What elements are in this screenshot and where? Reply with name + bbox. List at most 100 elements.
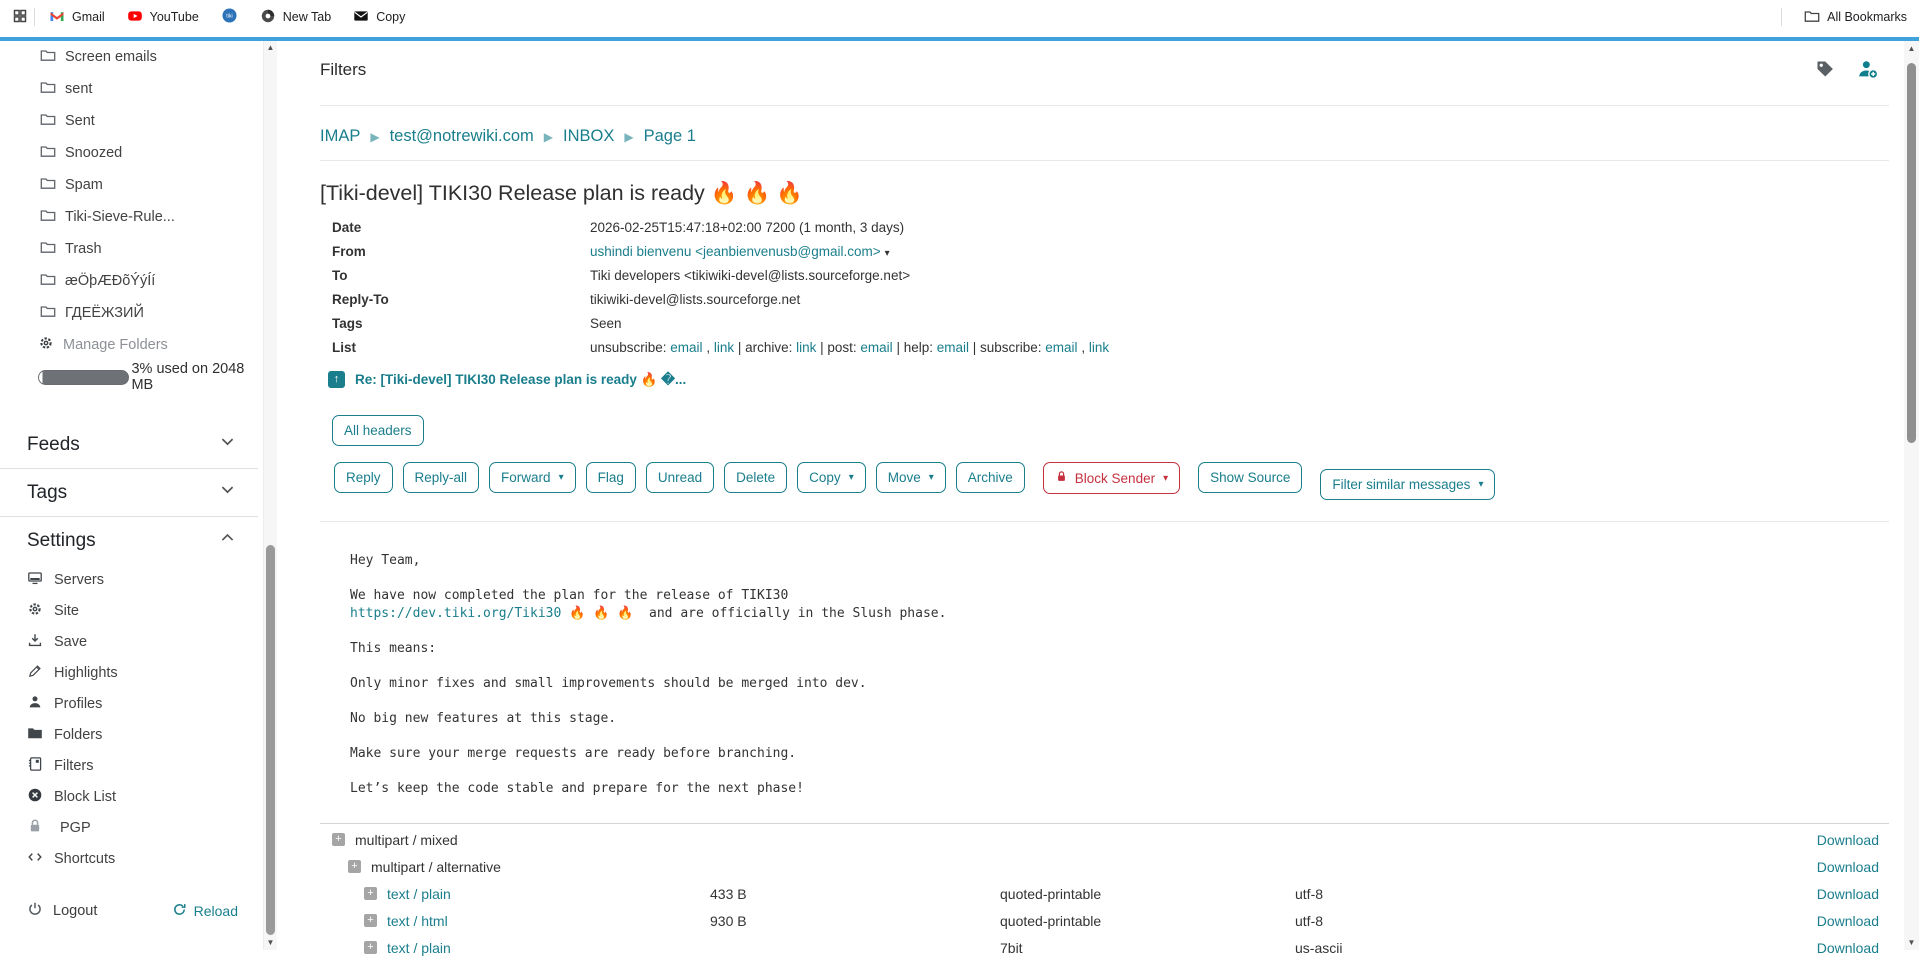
sidebar-folder-snoozed[interactable]: Snoozed <box>0 137 258 169</box>
main-scrollbar[interactable]: ▲ ▼ <box>1904 41 1919 950</box>
bookmark-copy[interactable]: Copy <box>353 8 405 27</box>
sidebar-scrollbar-thumb[interactable] <box>266 545 275 935</box>
settings-item-servers[interactable]: Servers <box>0 564 258 595</box>
settings-item-filters[interactable]: Filters <box>0 750 258 781</box>
sidebar-section-settings[interactable]: Settings <box>0 517 258 564</box>
page-title: Filters <box>320 56 1889 80</box>
download-link[interactable]: Download <box>1817 913 1879 929</box>
scroll-down-icon[interactable]: ▼ <box>1904 935 1919 950</box>
folder-icon <box>40 239 56 259</box>
apps-grid-icon[interactable] <box>12 8 28 27</box>
monitor-icon <box>27 570 43 590</box>
delete-button[interactable]: Delete <box>724 462 787 493</box>
list-subscribe-email-link[interactable]: email <box>1045 340 1077 355</box>
move-button[interactable]: Move▾ <box>876 462 946 493</box>
bookmark-label: Gmail <box>72 10 105 24</box>
body-url-link[interactable]: https://dev.tiki.org/Tiki30 <box>350 606 561 621</box>
reply-all-button[interactable]: Reply-all <box>403 462 480 493</box>
list-subscribe-link[interactable]: link <box>1089 340 1109 355</box>
all-bookmarks-button[interactable]: All Bookmarks <box>1804 8 1907 27</box>
bookmark-new-tab[interactable]: New Tab <box>260 8 331 27</box>
reply-button[interactable]: Reply <box>334 462 393 493</box>
settings-item-pgp[interactable]: PGP <box>0 812 258 843</box>
sidebar-folder-trash[interactable]: Trash <box>0 233 258 265</box>
sidebar-section-feeds[interactable]: Feeds <box>0 421 258 468</box>
list-archive-link[interactable]: link <box>796 340 816 355</box>
related-message-link[interactable]: ↑ Re: [Tiki-devel] TIKI30 Release plan i… <box>328 371 1889 388</box>
list-post-email-link[interactable]: email <box>860 340 892 355</box>
divider <box>1781 8 1782 26</box>
caret-down-icon[interactable]: ▾ <box>885 248 890 259</box>
download-link[interactable]: Download <box>1817 832 1879 848</box>
forward-button[interactable]: Forward▾ <box>489 462 576 493</box>
settings-item-profiles[interactable]: Profiles <box>0 688 258 719</box>
settings-item-site[interactable]: Site <box>0 595 258 626</box>
sidebar-scrollbar[interactable]: ▲ ▼ <box>263 41 277 950</box>
copy-label: Copy <box>809 470 841 485</box>
logout-button[interactable]: Logout <box>27 901 97 921</box>
download-link[interactable]: Download <box>1817 886 1879 902</box>
expand-icon[interactable]: + <box>348 860 361 873</box>
folder-icon <box>40 47 56 67</box>
expand-icon[interactable]: + <box>364 914 377 927</box>
settings-item-save[interactable]: Save <box>0 626 258 657</box>
settings-item-shortcuts[interactable]: Shortcuts <box>0 843 258 874</box>
download-link[interactable]: Download <box>1817 859 1879 875</box>
bookmark-gmail[interactable]: Gmail <box>49 8 105 27</box>
expand-icon[interactable]: + <box>332 833 345 846</box>
list-help-email-link[interactable]: email <box>937 340 969 355</box>
from-address-link[interactable]: ushindi bienvenu <jeanbienvenusb@gmail.c… <box>590 244 881 259</box>
sidebar-folder-tiki-sieve[interactable]: Tiki-Sieve-Rule... <box>0 201 258 233</box>
list-unsubscribe-link[interactable]: link <box>714 340 734 355</box>
sidebar-folder-latin[interactable]: æÖþÆÐõÝýÍí <box>0 265 258 297</box>
settings-item-highlights[interactable]: Highlights <box>0 657 258 688</box>
sidebar-section-tags[interactable]: Tags <box>0 469 258 516</box>
message-subject: [Tiki-devel] TIKI30 Release plan is read… <box>320 181 1889 206</box>
settings-item-block-list[interactable]: Block List <box>0 781 258 812</box>
reload-button[interactable]: Reload <box>172 902 238 920</box>
show-source-button[interactable]: Show Source <box>1198 462 1302 493</box>
all-headers-button[interactable]: All headers <box>332 415 424 446</box>
breadcrumb-arrow-icon: ▶ <box>624 130 633 144</box>
expand-icon[interactable]: + <box>364 887 377 900</box>
mime-part-link[interactable]: text / html <box>387 913 448 929</box>
folder-icon <box>40 207 56 227</box>
sidebar-folder-screen-emails[interactable]: Screen emails <box>0 41 258 73</box>
list-unsubscribe-email-link[interactable]: email <box>670 340 702 355</box>
mime-part-link[interactable]: text / plain <box>387 940 451 956</box>
mime-part-link[interactable]: text / plain <box>387 886 451 902</box>
unread-button[interactable]: Unread <box>646 462 714 493</box>
expand-icon[interactable]: + <box>364 941 377 954</box>
mime-size: 433 B <box>710 886 1000 902</box>
block-sender-button[interactable]: Block Sender▾ <box>1043 462 1180 494</box>
manage-folders-link[interactable]: Manage Folders <box>0 329 258 361</box>
breadcrumb-imap[interactable]: IMAP <box>320 127 360 146</box>
filter-similar-button[interactable]: Filter similar messages▾ <box>1320 469 1495 500</box>
scroll-down-icon[interactable]: ▼ <box>264 936 277 950</box>
main-scrollbar-thumb[interactable] <box>1907 63 1916 443</box>
breadcrumb-page[interactable]: Page 1 <box>644 127 696 146</box>
settings-item-folders[interactable]: Folders <box>0 719 258 750</box>
breadcrumb-account[interactable]: test@notrewiki.com <box>390 127 534 146</box>
main-header: Filters <box>320 56 1889 96</box>
person-add-icon[interactable] <box>1857 58 1879 85</box>
scroll-up-icon[interactable]: ▲ <box>1904 41 1919 56</box>
flag-button[interactable]: Flag <box>586 462 636 493</box>
sidebar-folder-spam[interactable]: Spam <box>0 169 258 201</box>
sidebar-folder-sent-lower[interactable]: sent <box>0 73 258 105</box>
archive-button[interactable]: Archive <box>956 462 1025 493</box>
breadcrumb-inbox[interactable]: INBOX <box>563 127 614 146</box>
tag-icon[interactable] <box>1815 59 1835 84</box>
bookmark-tiki[interactable] <box>221 7 238 27</box>
settings-item-label: Shortcuts <box>54 851 115 867</box>
body-line: This means: <box>350 641 436 656</box>
scroll-up-icon[interactable]: ▲ <box>264 41 277 55</box>
loading-bar <box>0 37 1919 41</box>
sidebar-folder-sent[interactable]: Sent <box>0 105 258 137</box>
copy-button[interactable]: Copy▾ <box>797 462 866 493</box>
download-link[interactable]: Download <box>1817 940 1879 956</box>
body-line: We have now completed the plan for the r… <box>350 588 788 603</box>
bookmark-youtube[interactable]: YouTube <box>127 8 199 27</box>
sidebar-folder-cyrillic[interactable]: ГДЕЁЖЗИЙ <box>0 297 258 329</box>
quota-progress-bar <box>38 370 129 385</box>
